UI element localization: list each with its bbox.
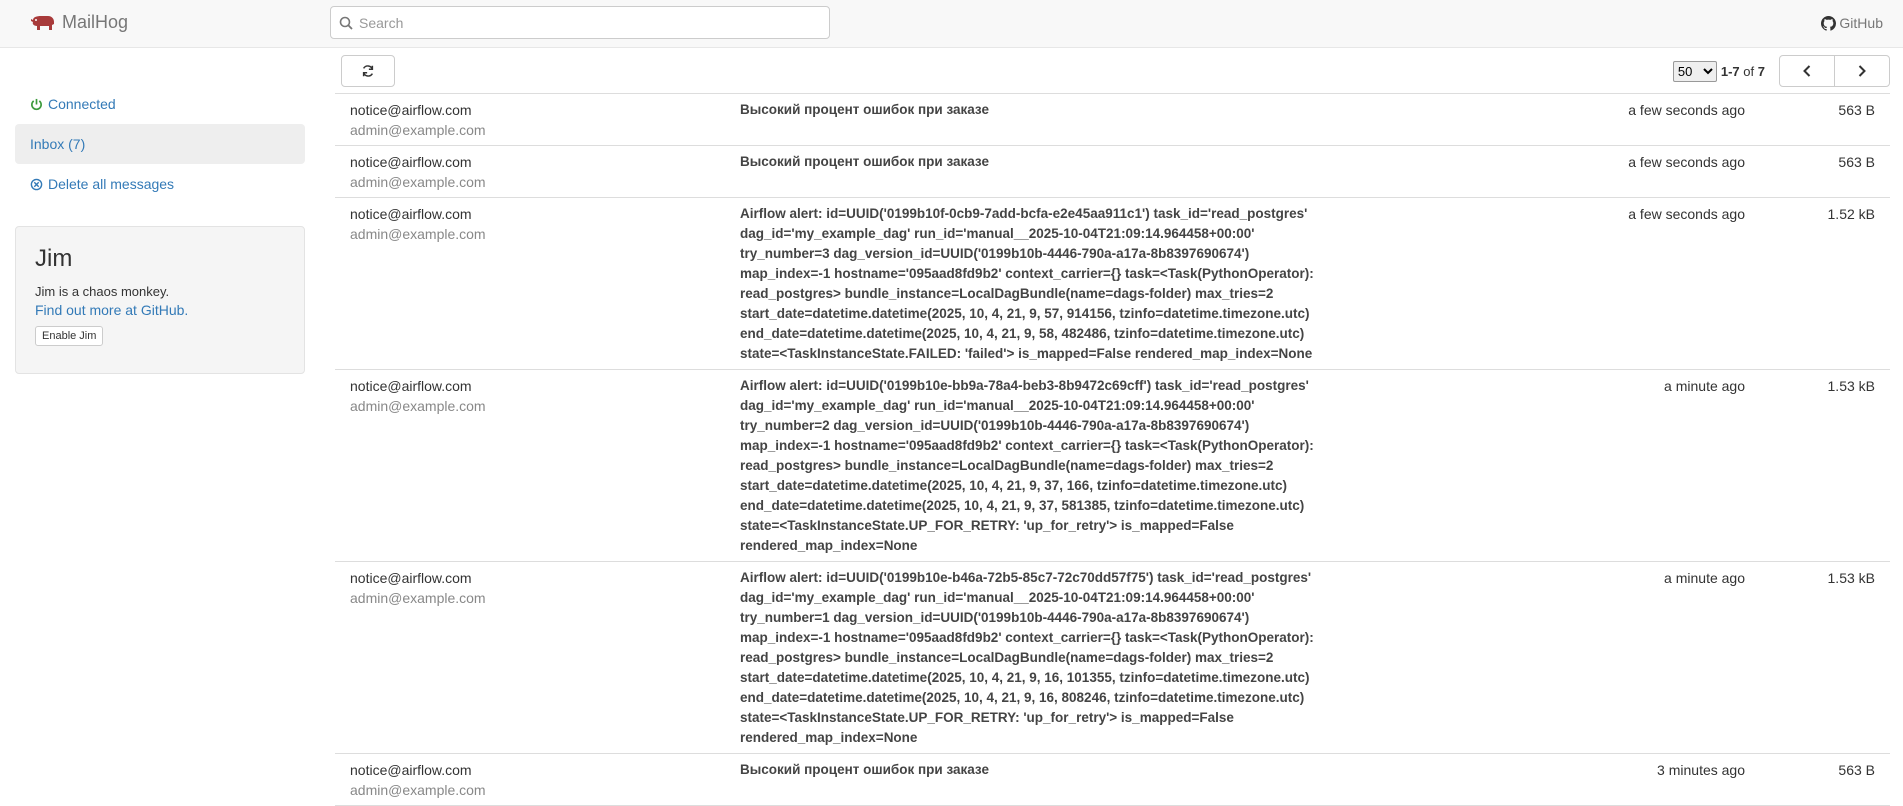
message-from: notice@airflow.com [350,102,472,118]
message-sender-cell: notice@airflow.com admin@example.com [350,376,740,556]
message-sender-cell: notice@airflow.com admin@example.com [350,204,740,364]
message-sender-cell: notice@airflow.com admin@example.com [350,568,740,748]
message-subject: Airflow alert: id=UUID('0199b10e-b46a-72… [740,570,1314,745]
message-sender-cell: notice@airflow.com admin@example.com [350,760,740,800]
page-total: 7 [1757,63,1765,79]
message-to: admin@example.com [350,122,486,138]
message-from: notice@airflow.com [350,154,472,170]
chevron-right-icon [1858,65,1866,77]
jim-panel: Jim Jim is a chaos monkey. Find out more… [15,226,305,374]
top-navbar: MailHog GitHub [0,0,1903,48]
toolbar: 102050100250 1-7 of 7 [335,55,1890,93]
message-row[interactable]: notice@airflow.com admin@example.com Airfl… [335,370,1890,562]
chevron-left-icon [1803,65,1811,77]
message-to: admin@example.com [350,226,486,242]
inbox-label: Inbox (7) [30,136,86,152]
message-sender-cell: notice@airflow.com admin@example.com [350,152,740,192]
message-from: notice@airflow.com [350,378,472,394]
message-subject: Высокий процент ошибок при заказе [740,762,989,777]
next-page-button[interactable] [1834,55,1890,87]
message-row[interactable]: notice@airflow.com admin@example.com Airfl… [335,198,1890,370]
page-of: of [1743,63,1755,79]
message-list-panel: 102050100250 1-7 of 7 notice@airflow.com… [335,55,1890,806]
message-sender-cell: notice@airflow.com admin@example.com [350,100,740,140]
delete-all-button[interactable]: Delete all messages [15,164,305,204]
message-row[interactable]: notice@airflow.com admin@example.com Airfl… [335,562,1890,754]
message-from: notice@airflow.com [350,206,472,222]
message-row[interactable]: notice@airflow.com admin@example.com Высок… [335,754,1890,806]
connection-label: Connected [48,96,116,112]
refresh-button[interactable] [341,55,395,87]
message-size: 563 B [1838,762,1875,778]
message-size: 563 B [1838,102,1875,118]
enable-jim-button[interactable]: Enable Jim [35,326,104,347]
brand-name: MailHog [62,12,129,32]
message-to: admin@example.com [350,590,486,606]
pagination: 102050100250 1-7 of 7 [1672,55,1890,87]
message-time: a few seconds ago [1628,102,1745,118]
message-subject: Высокий процент ошибок при заказе [740,102,989,117]
message-time: a minute ago [1664,378,1745,394]
previous-page-button[interactable] [1779,55,1835,87]
message-row[interactable]: notice@airflow.com admin@example.com Высок… [335,94,1890,146]
remove-circle-icon [30,178,43,190]
message-size: 1.53 kB [1827,570,1875,586]
message-time: 3 minutes ago [1657,762,1745,778]
github-link[interactable]: GitHub [1821,15,1883,31]
page-range-info: 1-7 of 7 [1721,64,1765,79]
message-list: notice@airflow.com admin@example.com Высок… [335,93,1890,806]
page-range: 1-7 [1720,63,1740,79]
jim-title: Jim [35,245,73,272]
per-page-select[interactable]: 102050100250 [1672,60,1717,82]
message-subject: Airflow alert: id=UUID('0199b10f-0cb9-7a… [740,206,1314,361]
message-time: a few seconds ago [1628,154,1745,170]
message-size: 1.52 kB [1827,206,1875,222]
message-to: admin@example.com [350,174,486,190]
message-time: a minute ago [1664,570,1745,586]
message-row[interactable]: notice@airflow.com admin@example.com Высок… [335,146,1890,198]
power-icon [31,98,42,110]
message-to: admin@example.com [350,398,486,414]
message-from: notice@airflow.com [350,570,472,586]
search-box[interactable] [330,6,830,39]
refresh-icon [362,65,374,77]
message-subject: Высокий процент ошибок при заказе [740,154,989,169]
github-icon [1821,15,1837,31]
delete-all-label: Delete all messages [48,176,175,192]
jim-github-link[interactable]: Find out more at GitHub. [35,302,188,318]
sidebar: Connected Inbox (7) Delete all messages … [15,84,305,374]
brand-link[interactable]: MailHog [30,12,128,33]
message-to: admin@example.com [350,782,486,798]
pig-logo-icon [31,15,54,30]
message-subject: Airflow alert: id=UUID('0199b10e-bb9a-78… [740,378,1314,553]
message-time: a few seconds ago [1628,206,1745,222]
message-size: 1.53 kB [1827,378,1875,394]
jim-description: Jim is a chaos monkey. [35,284,170,300]
message-size: 563 B [1838,154,1875,170]
sidebar-item-inbox[interactable]: Inbox (7) [15,124,305,164]
connection-status[interactable]: Connected [15,84,305,124]
message-from: notice@airflow.com [350,762,472,778]
search-icon [339,16,353,30]
search-input[interactable] [353,7,829,38]
github-label: GitHub [1839,15,1883,31]
